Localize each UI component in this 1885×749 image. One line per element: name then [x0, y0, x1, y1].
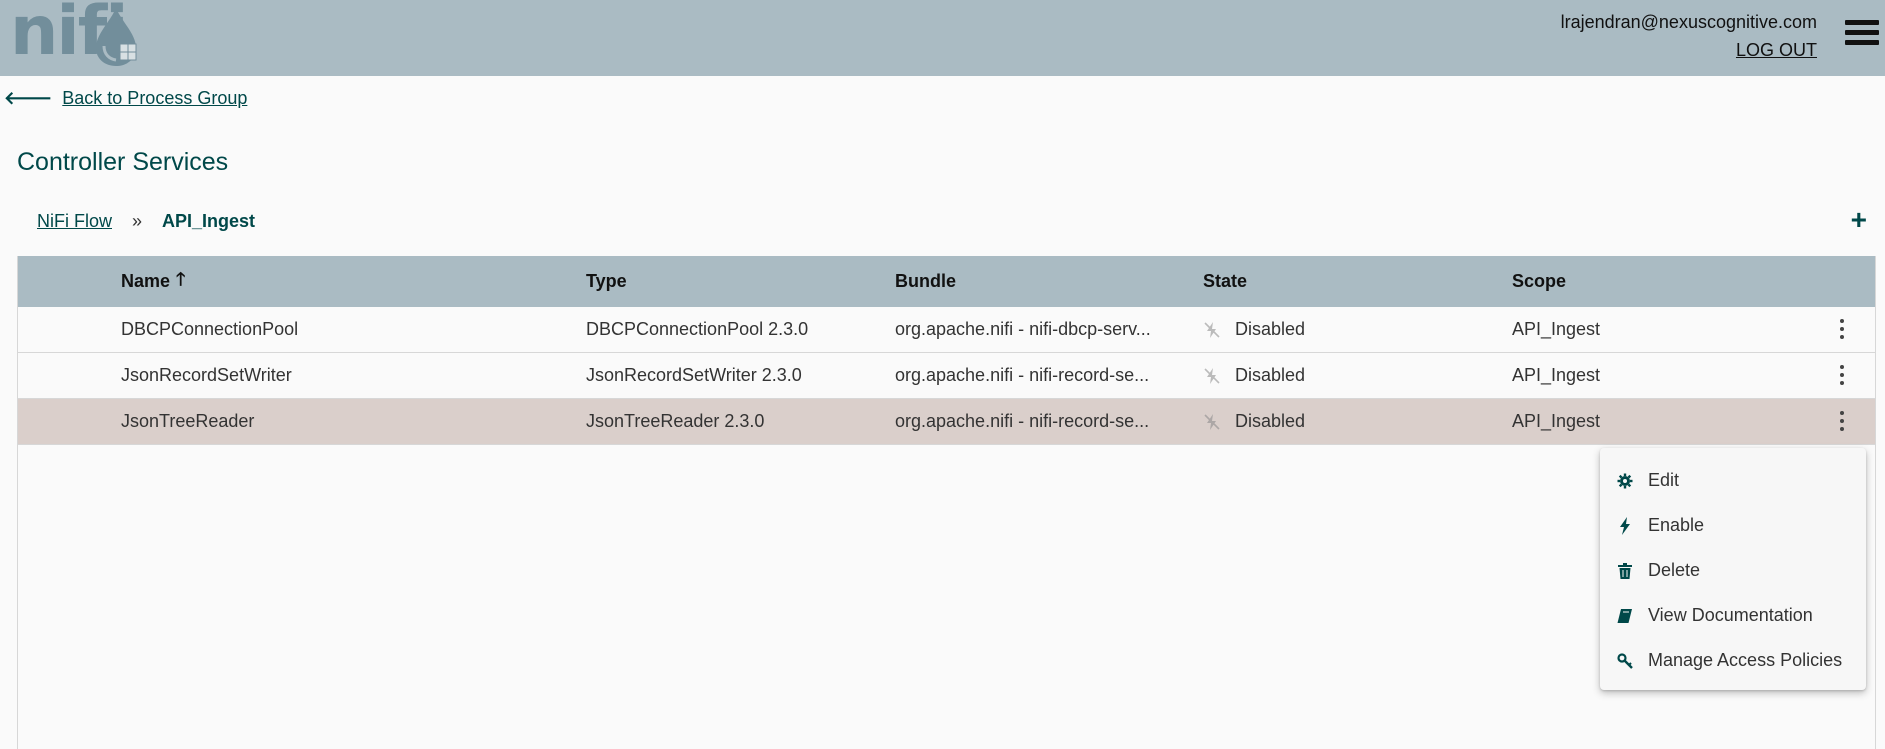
sort-ascending-icon: 🡑 [176, 268, 186, 289]
key-icon [1616, 652, 1634, 670]
nifi-logo[interactable]: nifi [10, 0, 160, 70]
top-header: nifi lrajendran@nexuscognitive.com LOG O… [0, 0, 1885, 76]
cell-state: Disabled [1203, 353, 1493, 398]
column-header-name[interactable]: Name 🡑 [121, 256, 571, 307]
state-label: Disabled [1235, 411, 1306, 431]
cell-scope: API_Ingest [1512, 411, 1601, 431]
row-actions-kebab-icon[interactable] [1839, 365, 1845, 385]
state-label: Disabled [1235, 365, 1306, 385]
current-user-email: lrajendran@nexuscognitive.com [1560, 12, 1817, 32]
menu-item-manage-access-policies[interactable]: Manage Access Policies [1600, 638, 1866, 683]
column-header-bundle[interactable]: Bundle [895, 256, 1185, 307]
column-header-name-label: Name [121, 271, 171, 291]
menu-item-label: Enable [1648, 515, 1705, 535]
menu-item-enable[interactable]: Enable [1600, 503, 1866, 548]
page-title: Controller Services [17, 148, 229, 176]
row-context-menu: Edit Enable Delete View Documentation Ma… [1600, 448, 1866, 690]
hamburger-menu-icon[interactable] [1845, 20, 1879, 52]
table-header: Name 🡑 Type Bundle State Scope [18, 256, 1875, 307]
cell-bundle: org.apache.nifi - nifi-dbcp-serv... [895, 307, 1185, 352]
cell-bundle: org.apache.nifi - nifi-record-se... [895, 399, 1185, 444]
cell-bundle-text: org.apache.nifi - nifi-record-se... [895, 365, 1150, 385]
back-link-label: Back to Process Group [62, 88, 248, 108]
column-header-scope[interactable]: Scope [1512, 256, 1812, 307]
cell-bundle: org.apache.nifi - nifi-record-se... [895, 353, 1185, 398]
cell-type: JsonRecordSetWriter 2.3.0 [586, 365, 802, 385]
cell-name: JsonRecordSetWriter [121, 365, 292, 385]
cell-type: DBCPConnectionPool 2.3.0 [586, 319, 809, 339]
logout-link[interactable]: LOG OUT [1736, 40, 1817, 61]
gear-icon [1616, 472, 1634, 490]
menu-item-label: View Documentation [1648, 605, 1813, 625]
state-label: Disabled [1235, 319, 1306, 339]
row-actions-kebab-icon[interactable] [1839, 319, 1845, 339]
menu-item-label: Manage Access Policies [1648, 650, 1843, 670]
menu-bar [1845, 40, 1879, 45]
menu-item-label: Edit [1648, 470, 1680, 490]
breadcrumb-separator: » [132, 211, 143, 231]
cell-name: DBCPConnectionPool [121, 319, 299, 339]
cell-scope: API_Ingest [1512, 365, 1601, 385]
table-row[interactable]: DBCPConnectionPool DBCPConnectionPool 2.… [18, 307, 1875, 353]
arrow-left-icon: 🡐 [4, 88, 53, 108]
table-row[interactable]: JsonRecordSetWriter JsonRecordSetWriter … [18, 353, 1875, 399]
breadcrumb-current: API_Ingest [162, 211, 256, 231]
disabled-state-icon [1204, 413, 1220, 430]
column-header-type[interactable]: Type [586, 256, 876, 307]
controller-services-table: Name 🡑 Type Bundle State Scope DBCPConne… [17, 256, 1876, 749]
menu-item-delete[interactable]: Delete [1600, 548, 1866, 593]
cell-state: Disabled [1203, 399, 1493, 444]
table-row-selected[interactable]: JsonTreeReader JsonTreeReader 2.3.0 org.… [18, 399, 1875, 445]
cell-name: JsonTreeReader [121, 411, 255, 431]
disabled-state-icon [1204, 321, 1220, 338]
cell-type: JsonTreeReader 2.3.0 [586, 411, 765, 431]
lightning-icon [1616, 516, 1634, 535]
cell-state: Disabled [1203, 307, 1493, 352]
breadcrumb: NiFi Flow » API_Ingest [37, 211, 255, 232]
cell-bundle-text: org.apache.nifi - nifi-record-se... [895, 411, 1150, 431]
trash-icon [1616, 562, 1634, 580]
menu-item-edit[interactable]: Edit [1600, 458, 1866, 503]
book-icon [1616, 607, 1634, 625]
menu-bar [1845, 30, 1879, 35]
breadcrumb-root-link[interactable]: NiFi Flow [37, 211, 112, 232]
row-actions-kebab-icon[interactable] [1839, 411, 1845, 431]
menu-item-label: Delete [1648, 560, 1701, 580]
cell-scope: API_Ingest [1512, 319, 1601, 339]
column-header-state[interactable]: State [1203, 256, 1493, 307]
back-to-process-group-link[interactable]: 🡐 Back to Process Group [4, 88, 247, 109]
menu-item-view-documentation[interactable]: View Documentation [1600, 593, 1866, 638]
disabled-state-icon [1204, 367, 1220, 384]
nifi-drop-icon [96, 8, 137, 66]
cell-bundle-text: org.apache.nifi - nifi-dbcp-serv... [895, 319, 1151, 339]
menu-bar [1845, 20, 1879, 25]
add-controller-service-button[interactable]: + [1851, 206, 1867, 234]
